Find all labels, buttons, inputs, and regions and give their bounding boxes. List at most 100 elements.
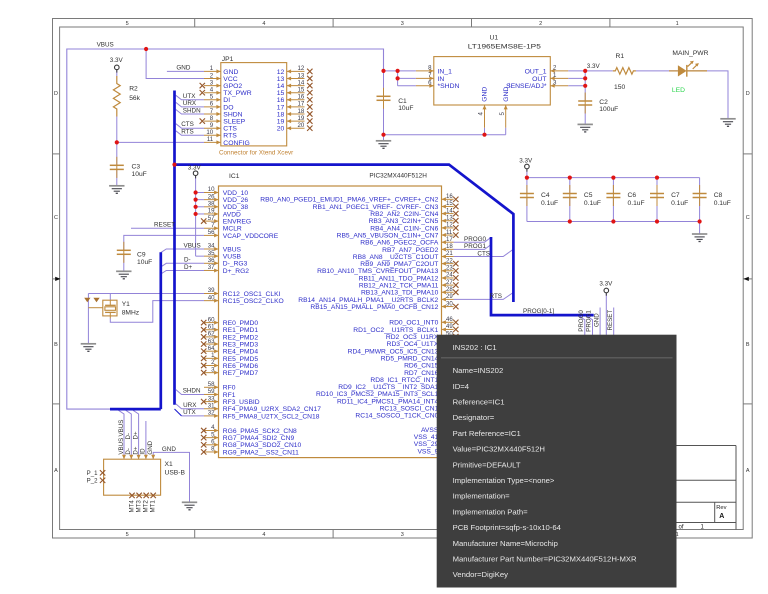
svg-text:C6: C6 [628, 192, 637, 199]
svg-text:D-: D- [184, 257, 191, 264]
svg-text:8MHz: 8MHz [122, 309, 140, 316]
svg-text:RB10_AN10_TMS_CVREFOUT_PMA13: RB10_AN10_TMS_CVREFOUT_PMA13 [317, 268, 438, 275]
svg-text:RB0_AN0_PGED1_EMUD1_PMA6_VREF+: RB0_AN0_PGED1_EMUD1_PMA6_VREF+_CVREF+_CN… [260, 197, 438, 204]
svg-text:UTX: UTX [183, 409, 196, 416]
svg-text:PROG0: PROG0 [464, 236, 487, 243]
svg-text:RTS: RTS [181, 128, 193, 135]
svg-text:CTS: CTS [223, 126, 237, 133]
svg-text:61: 61 [208, 323, 215, 330]
svg-text:57: 57 [208, 215, 215, 222]
svg-text:58: 58 [208, 381, 215, 388]
svg-text:U1: U1 [490, 35, 499, 42]
svg-text:VBUS: VBUS [97, 42, 114, 49]
svg-text:CONFIG: CONFIG [223, 140, 249, 147]
svg-text:SHDN: SHDN [183, 388, 201, 395]
svg-text:TX_PWR: TX_PWR [223, 90, 251, 97]
svg-text:0.1uF: 0.1uF [671, 200, 688, 207]
svg-text:URX: URX [183, 402, 197, 409]
svg-text:RD10_IC3_PMCS2_PMA15_INT3_SCL1: RD10_IC3_PMCS2_PMA15_INT3_SCL1 [316, 391, 439, 398]
svg-text:GND: GND [147, 440, 154, 454]
svg-text:D-: D- [125, 448, 132, 455]
svg-text:RC13_SOSCI_CN1: RC13_SOSCI_CN1 [380, 406, 439, 413]
svg-text:14: 14 [298, 79, 305, 86]
svg-text:10: 10 [206, 129, 213, 136]
svg-text:34: 34 [208, 243, 215, 250]
svg-text:MT1: MT1 [150, 500, 157, 513]
svg-text:VSS_41: VSS_41 [414, 434, 439, 441]
svg-text:R2: R2 [129, 86, 138, 93]
svg-text:19: 19 [277, 119, 285, 126]
svg-text:CTS: CTS [477, 250, 490, 257]
svg-text:VCAP_VDDCORE: VCAP_VDDCORE [223, 233, 279, 240]
svg-text:C8: C8 [714, 192, 723, 199]
svg-text:RB2_AN2_C2IN-_CN4: RB2_AN2_C2IN-_CN4 [370, 211, 438, 218]
svg-text:3.3V: 3.3V [519, 158, 533, 165]
svg-text:63: 63 [208, 338, 215, 345]
svg-text:RD1_OC2__U1RTS_BCLK1: RD1_OC2__U1RTS_BCLK1 [353, 327, 438, 334]
svg-text:B: B [746, 342, 750, 348]
svg-text:11: 11 [207, 136, 214, 143]
svg-text:13: 13 [446, 214, 453, 221]
svg-text:PROG0: PROG0 [578, 310, 585, 332]
svg-text:C9: C9 [137, 251, 146, 258]
svg-text:19: 19 [298, 115, 305, 122]
svg-text:5: 5 [126, 532, 129, 538]
svg-text:GND_: GND_ [503, 83, 510, 102]
svg-text:1: 1 [676, 21, 679, 27]
svg-text:13: 13 [277, 76, 285, 83]
svg-text:20: 20 [277, 126, 285, 133]
svg-text:14: 14 [277, 83, 285, 90]
svg-text:RB8_AN8__U2CTS_C1OUT: RB8_AN8__U2CTS_C1OUT [353, 254, 439, 261]
svg-text:RE0_PMD0: RE0_PMD0 [223, 320, 259, 327]
svg-text:MT4: MT4 [129, 500, 136, 513]
svg-text:OUT: OUT [532, 76, 546, 83]
svg-text:56k: 56k [129, 95, 140, 102]
svg-text:P_1: P_1 [87, 470, 98, 477]
svg-text:12: 12 [277, 69, 285, 76]
svg-text:4: 4 [262, 21, 265, 27]
svg-text:Manufacturer Part Number=PIC32: Manufacturer Part Number=PIC32MX440F512H… [453, 555, 637, 564]
svg-text:RB6_AN6_PGEC2_OCFA: RB6_AN6_PGEC2_OCFA [360, 240, 439, 247]
svg-text:12: 12 [298, 65, 305, 72]
svg-text:0.1uF: 0.1uF [541, 200, 558, 207]
svg-text:15: 15 [298, 87, 305, 94]
svg-text:GND: GND [482, 87, 489, 102]
svg-text:RD9_IC2__U1CTS__INT2_SDA1: RD9_IC2__U1CTS__INT2_SDA1 [338, 384, 438, 391]
svg-text:D+: D+ [132, 446, 139, 454]
svg-text:RF4_PMA9_U2RX_SDA2_CN17: RF4_PMA9_U2RX_SDA2_CN17 [223, 406, 321, 413]
svg-text:RD3_OC4_U1TX: RD3_OC4_U1TX [387, 341, 439, 348]
svg-text:OUT_1: OUT_1 [525, 68, 547, 75]
svg-text:46: 46 [446, 316, 453, 323]
svg-text:C1: C1 [398, 98, 407, 105]
svg-text:37: 37 [208, 264, 215, 271]
svg-text:21: 21 [446, 250, 453, 257]
svg-text:VBUS: VBUS [118, 420, 125, 437]
svg-text:3: 3 [401, 532, 404, 538]
svg-text:MT2: MT2 [143, 500, 150, 513]
svg-text:11: 11 [446, 229, 453, 236]
svg-text:C5: C5 [584, 192, 593, 199]
svg-text:35: 35 [208, 250, 215, 257]
svg-text:29: 29 [446, 293, 453, 300]
svg-text:16: 16 [277, 97, 285, 104]
svg-text:D+: D+ [184, 264, 193, 271]
svg-text:IC1: IC1 [229, 173, 240, 180]
svg-text:RB1_AN1_PGEC1_VREF-_CVREF-_CN3: RB1_AN1_PGEC1_VREF-_CVREF-_CN3 [313, 204, 439, 211]
svg-text:DI: DI [223, 97, 230, 104]
svg-text:22: 22 [446, 257, 453, 264]
svg-text:RE4_PMD4: RE4_PMD4 [223, 349, 259, 356]
svg-text:VUSB: VUSB [223, 254, 242, 261]
svg-text:4: 4 [262, 532, 265, 538]
svg-text:RB7_AN7_PGED2: RB7_AN7_PGED2 [382, 247, 438, 254]
svg-text:5: 5 [499, 112, 506, 116]
svg-text:RB3_AN3_C2IN+_CN5: RB3_AN3_C2IN+_CN5 [369, 218, 439, 225]
svg-text:LED: LED [672, 87, 685, 94]
svg-text:10uF: 10uF [137, 259, 152, 266]
svg-text:64: 64 [208, 345, 215, 352]
svg-text:PROG[0-1]: PROG[0-1] [523, 308, 554, 315]
svg-text:0.1uF: 0.1uF [628, 200, 645, 207]
svg-text:RTS: RTS [223, 133, 237, 140]
svg-text:14: 14 [446, 207, 453, 214]
svg-text:VBUS: VBUS [223, 246, 242, 253]
svg-text:of: of [679, 525, 684, 531]
